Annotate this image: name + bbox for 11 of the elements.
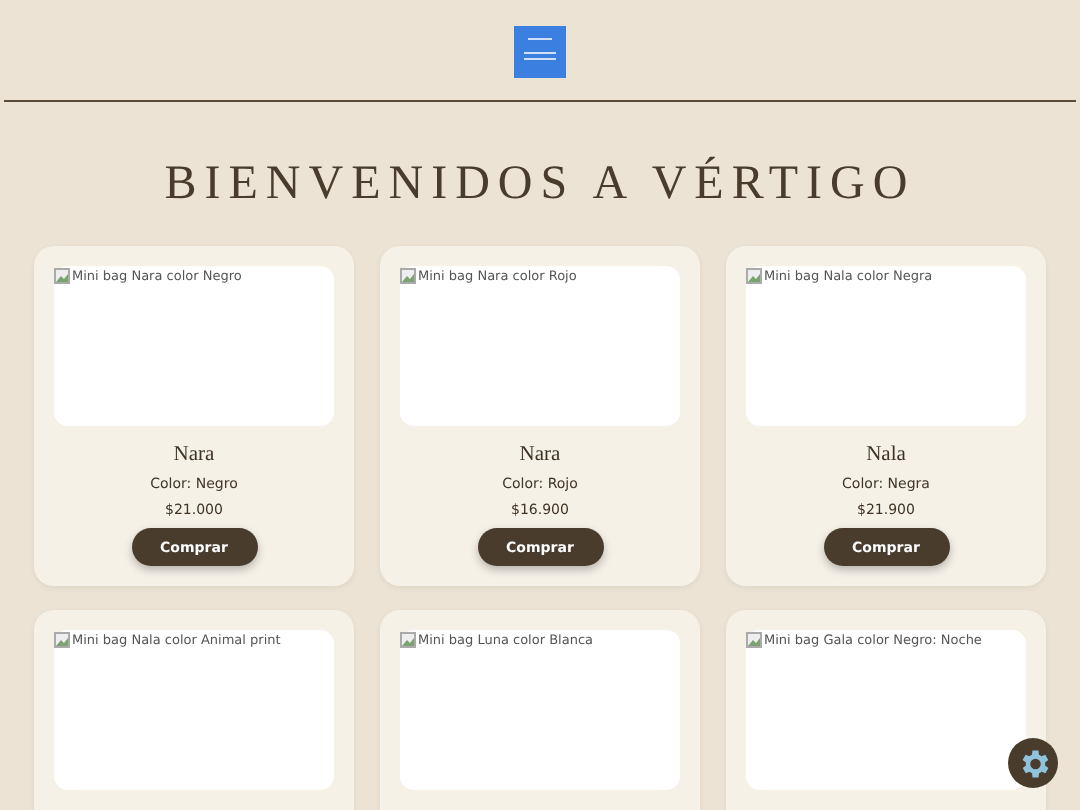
broken-image-icon (400, 632, 416, 648)
broken-image-icon (746, 632, 762, 648)
page-title: BIENVENIDOS A VÉRTIGO (162, 154, 918, 214)
product-name: Nara (173, 444, 215, 466)
product-name: Nara (519, 444, 561, 466)
broken-image-icon (400, 268, 416, 284)
broken-image-icon (746, 268, 762, 284)
logo-icon[interactable] (514, 26, 566, 78)
product-name: Nala (866, 444, 906, 466)
broken-image-icon (54, 268, 70, 284)
broken-image-icon (54, 632, 70, 648)
